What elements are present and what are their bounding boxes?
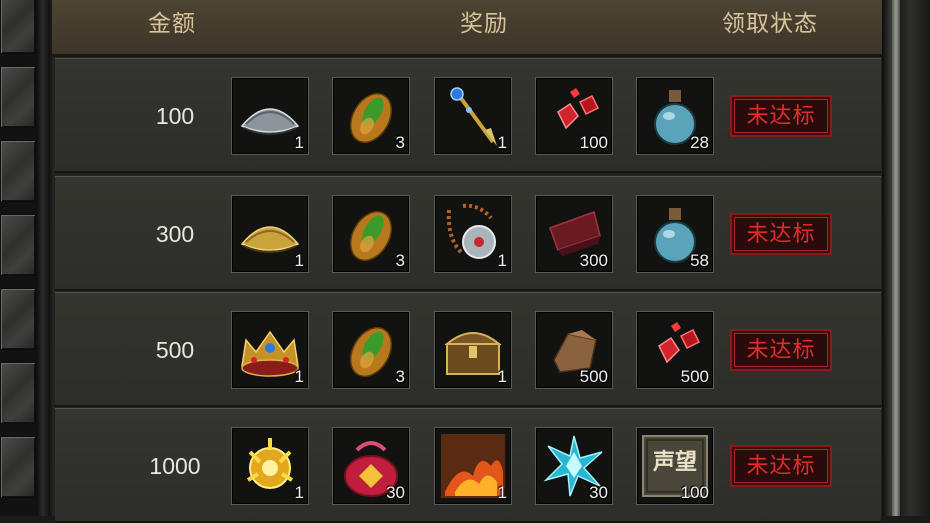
header-status: 领取状态 xyxy=(722,10,818,36)
side-rail xyxy=(36,0,50,516)
amount-value: 300 xyxy=(155,221,195,247)
item-quantity: 1 xyxy=(497,133,507,152)
reward-item-slot[interactable]: 3 xyxy=(332,195,410,273)
reward-item-slot[interactable]: 1 xyxy=(434,427,512,505)
reward-item-slot[interactable]: 3 xyxy=(332,77,410,155)
reward-item-slot[interactable]: 1 xyxy=(231,427,309,505)
reward-item-slot[interactable]: 1 xyxy=(434,311,512,389)
reward-item-slot[interactable]: 300 xyxy=(535,195,613,273)
reward-item-slot[interactable]: 1 xyxy=(231,311,309,389)
side-tab-3[interactable] xyxy=(0,140,36,202)
side-tab-5[interactable] xyxy=(0,288,36,350)
item-quantity: 3 xyxy=(395,133,405,152)
item-quantity: 1 xyxy=(497,367,507,386)
right-frame-border xyxy=(882,0,930,516)
reward-row: 300 1 3 1 300 58 未达标 xyxy=(55,176,881,291)
reward-item-slot[interactable]: 声望 100 xyxy=(636,427,714,505)
reward-item-slot[interactable]: 1 xyxy=(434,77,512,155)
side-tab-4[interactable] xyxy=(0,214,36,276)
reward-item-slot[interactable]: 1 xyxy=(231,77,309,155)
header-amount: 金额 xyxy=(148,10,196,36)
reward-item-slot[interactable]: 100 xyxy=(535,77,613,155)
reward-item-slot[interactable]: 30 xyxy=(535,427,613,505)
table-header: 金额 奖励 领取状态 xyxy=(52,0,882,57)
item-quantity: 58 xyxy=(690,251,709,270)
reward-row: 1000 1 30 1 30 声望 100 未达标 xyxy=(55,408,881,523)
reward-item-slot[interactable]: 500 xyxy=(535,311,613,389)
reward-row: 500 1 3 1 500 500 未达标 xyxy=(55,292,881,407)
item-quantity: 100 xyxy=(579,133,608,152)
item-quantity: 1 xyxy=(497,251,507,270)
claim-status-button[interactable]: 未达标 xyxy=(730,213,832,255)
amount-value: 1000 xyxy=(149,453,201,479)
item-quantity: 100 xyxy=(680,483,709,502)
side-tab-strip xyxy=(0,0,50,516)
item-quantity: 500 xyxy=(579,367,608,386)
side-tab-6[interactable] xyxy=(0,362,36,424)
item-quantity: 30 xyxy=(589,483,608,502)
side-tab-2[interactable] xyxy=(0,66,36,128)
reward-item-slot[interactable]: 30 xyxy=(332,427,410,505)
amount-value: 100 xyxy=(155,103,195,129)
item-quantity: 500 xyxy=(680,367,709,386)
reward-item-slot[interactable]: 28 xyxy=(636,77,714,155)
item-quantity: 3 xyxy=(395,251,405,270)
side-tab-1[interactable] xyxy=(0,0,36,54)
amount-value: 500 xyxy=(155,337,195,363)
item-quantity: 1 xyxy=(294,483,304,502)
item-quantity: 1 xyxy=(294,367,304,386)
claim-status-button[interactable]: 未达标 xyxy=(730,329,832,371)
item-quantity: 30 xyxy=(386,483,405,502)
item-quantity: 1 xyxy=(497,483,507,502)
reward-item-slot[interactable]: 58 xyxy=(636,195,714,273)
reward-row: 100 1 3 1 100 28 未达标 xyxy=(55,58,881,173)
item-quantity: 1 xyxy=(294,251,304,270)
item-quantity: 300 xyxy=(579,251,608,270)
side-tab-7[interactable] xyxy=(0,436,36,498)
reward-item-slot[interactable]: 500 xyxy=(636,311,714,389)
reward-item-slot[interactable]: 1 xyxy=(434,195,512,273)
item-quantity: 3 xyxy=(395,367,405,386)
item-quantity: 1 xyxy=(294,133,304,152)
reputation-label: 声望 xyxy=(652,449,697,475)
claim-status-button[interactable]: 未达标 xyxy=(730,95,832,137)
header-reward: 奖励 xyxy=(460,10,508,36)
reward-item-slot[interactable]: 3 xyxy=(332,311,410,389)
claim-status-button[interactable]: 未达标 xyxy=(730,445,832,487)
recharge-reward-panel: 金额 奖励 领取状态 100 1 3 1 100 28 未达标 300 1 3 1 300 58 未达标 5… xyxy=(52,0,882,523)
item-quantity: 28 xyxy=(690,133,709,152)
reward-item-slot[interactable]: 1 xyxy=(231,195,309,273)
